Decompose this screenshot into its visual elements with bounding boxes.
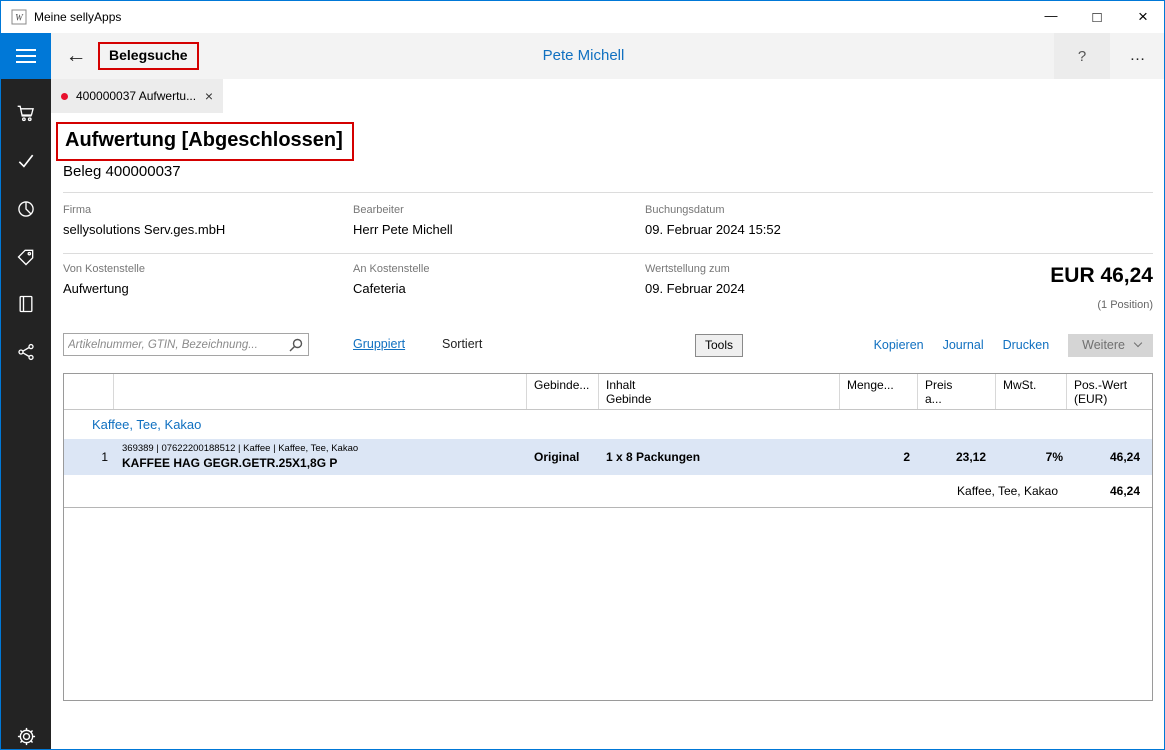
titlebar: W Meine sellyApps — □ × — [1, 1, 1164, 33]
kopieren-link[interactable]: Kopieren — [874, 338, 924, 352]
col-header-poswert[interactable]: Pos.-Wert (EUR) — [1067, 374, 1152, 409]
minimize-button[interactable]: — — [1028, 1, 1074, 33]
sidebar-item-settings[interactable] — [1, 716, 51, 749]
row-preis: 23,12 — [955, 450, 986, 464]
field-value: 09. Februar 2024 15:52 — [645, 222, 781, 237]
total-amount: EUR 46,24 — [1050, 264, 1153, 287]
col-header-artikel — [114, 374, 527, 409]
ledger-icon — [19, 295, 33, 313]
field-label: An Kostenstelle — [353, 263, 430, 275]
field-firma: Firma sellysolutions Serv.ges.mbH — [63, 204, 225, 237]
annotation-box-title: Aufwertung [Abgeschlossen] — [56, 122, 354, 161]
app-logo-icon: W — [11, 9, 27, 25]
field-label: Buchungsdatum — [645, 204, 725, 216]
position-count: (1 Position) — [1097, 299, 1153, 311]
row-position: 1 — [101, 450, 108, 464]
weitere-dropdown-button[interactable]: Weitere — [1068, 333, 1153, 357]
article-meta: 369389 | 07622200188512 | Kaffee | Kaffe… — [122, 443, 359, 455]
sidebar-item-reports[interactable] — [1, 189, 51, 229]
field-label: Wertstellung zum — [645, 263, 730, 275]
gruppiert-toggle[interactable]: Gruppiert — [353, 337, 405, 351]
group-summary-row: Kaffee, Tee, Kakao 46,24 — [64, 475, 1152, 508]
unsaved-indicator-icon — [61, 92, 68, 100]
summary-value: 46,24 — [1109, 484, 1140, 498]
document-actions: Kopieren Journal Drucken Weitere — [874, 332, 1153, 358]
drucken-link[interactable]: Drucken — [1003, 338, 1050, 352]
help-button[interactable]: ? — [1054, 33, 1110, 79]
share-icon — [18, 343, 34, 361]
table-header-row: Gebinde... Inhalt Gebinde Menge... Preis a… — [64, 374, 1152, 410]
col-header-mwst[interactable]: MwSt. — [996, 374, 1067, 409]
row-menge: 2 — [903, 450, 910, 464]
pie-chart-icon — [18, 201, 34, 217]
more-options-button[interactable]: … — [1110, 33, 1164, 79]
search-input[interactable] — [68, 334, 282, 355]
sidebar — [1, 79, 51, 749]
field-bearbeiter: Bearbeiter Herr Pete Michell — [353, 204, 453, 237]
sidebar-item-ledger[interactable] — [1, 284, 51, 324]
positions-table: Gebinde... Inhalt Gebinde Menge... Preis a… — [63, 373, 1153, 701]
col-header-gebinde[interactable]: Gebinde... — [527, 374, 599, 409]
window-title: Meine sellyApps — [34, 10, 122, 24]
window-controls: — □ × — [1028, 1, 1164, 33]
chevron-down-icon — [1133, 338, 1143, 348]
row-wert: 46,24 — [1109, 450, 1140, 464]
field-label: Firma — [63, 204, 92, 216]
search-icon[interactable] — [289, 338, 303, 352]
check-icon — [18, 154, 34, 168]
sidebar-item-share[interactable] — [1, 332, 51, 372]
field-an-kostenstelle: An Kostenstelle Cafeteria — [353, 263, 429, 296]
document-number: Beleg 400000037 — [63, 163, 181, 180]
article-name: KAFFEE HAG GEGR.GETR.25X1,8G P — [122, 455, 338, 470]
journal-link[interactable]: Journal — [943, 338, 984, 352]
table-row[interactable]: 1 369389 | 07622200188512 | Kaffee | Kaf… — [64, 439, 1152, 475]
close-button[interactable]: × — [1120, 1, 1164, 33]
field-label: Bearbeiter — [353, 204, 404, 216]
sidebar-item-prices[interactable] — [1, 237, 51, 277]
field-value: 09. Februar 2024 — [645, 281, 745, 296]
document-view: Aufwertung [Abgeschlossen] Beleg 4000000… — [51, 113, 1164, 749]
help-icon: ? — [1077, 47, 1087, 65]
col-header-menge[interactable]: Menge... — [840, 374, 918, 409]
field-buchungsdatum: Buchungsdatum 09. Februar 2024 15:52 — [645, 204, 781, 237]
app-window: W Meine sellyApps — □ × ← Belegsuche Pet… — [0, 0, 1165, 750]
gear-icon — [17, 727, 35, 745]
field-von-kostenstelle: Von Kostenstelle Aufwertung — [63, 263, 145, 296]
field-value: Aufwertung — [63, 281, 129, 296]
maximize-button[interactable]: □ — [1074, 1, 1120, 33]
sidebar-item-cart[interactable] — [1, 93, 51, 133]
tab-label: 400000037 Aufwertu... — [76, 89, 195, 103]
cart-icon — [17, 105, 34, 122]
document-title: Aufwertung [Abgeschlossen] — [65, 129, 343, 151]
row-mwst: 7% — [1045, 450, 1063, 464]
row-inhalt: 1 x 8 Packungen — [606, 450, 701, 464]
col-header-inhalt[interactable]: Inhalt Gebinde — [599, 374, 840, 409]
app-header: ← Belegsuche Pete Michell ? … — [1, 33, 1164, 79]
divider — [63, 253, 1153, 254]
tab-document[interactable]: 400000037 Aufwertu... × — [51, 79, 223, 113]
sortiert-toggle[interactable]: Sortiert — [442, 337, 482, 351]
field-value: Herr Pete Michell — [353, 222, 453, 237]
row-gebinde: Original — [534, 450, 580, 464]
user-name[interactable]: Pete Michell — [1, 33, 1164, 79]
field-label: Von Kostenstelle — [63, 263, 145, 275]
summary-label: Kaffee, Tee, Kakao — [957, 484, 1058, 498]
divider — [63, 192, 1153, 193]
sidebar-item-tasks[interactable] — [1, 141, 51, 181]
tab-bar: 400000037 Aufwertu... × — [51, 79, 1164, 113]
col-header-preis[interactable]: Preis a... — [918, 374, 996, 409]
col-header-pos — [64, 374, 114, 409]
group-header-row[interactable]: Kaffee, Tee, Kakao — [64, 410, 1152, 439]
field-value: Cafeteria — [353, 281, 406, 296]
tab-close-icon[interactable]: × — [205, 89, 213, 103]
price-tag-icon — [17, 249, 34, 266]
field-value: sellysolutions Serv.ges.mbH — [63, 222, 226, 237]
ellipsis-icon: … — [1129, 47, 1147, 64]
row-article: 369389 | 07622200188512 | Kaffee | Kaffe… — [114, 443, 527, 471]
search-box — [63, 333, 309, 356]
tools-button[interactable]: Tools — [695, 334, 744, 357]
field-wertstellung: Wertstellung zum 09. Februar 2024 — [645, 263, 745, 296]
